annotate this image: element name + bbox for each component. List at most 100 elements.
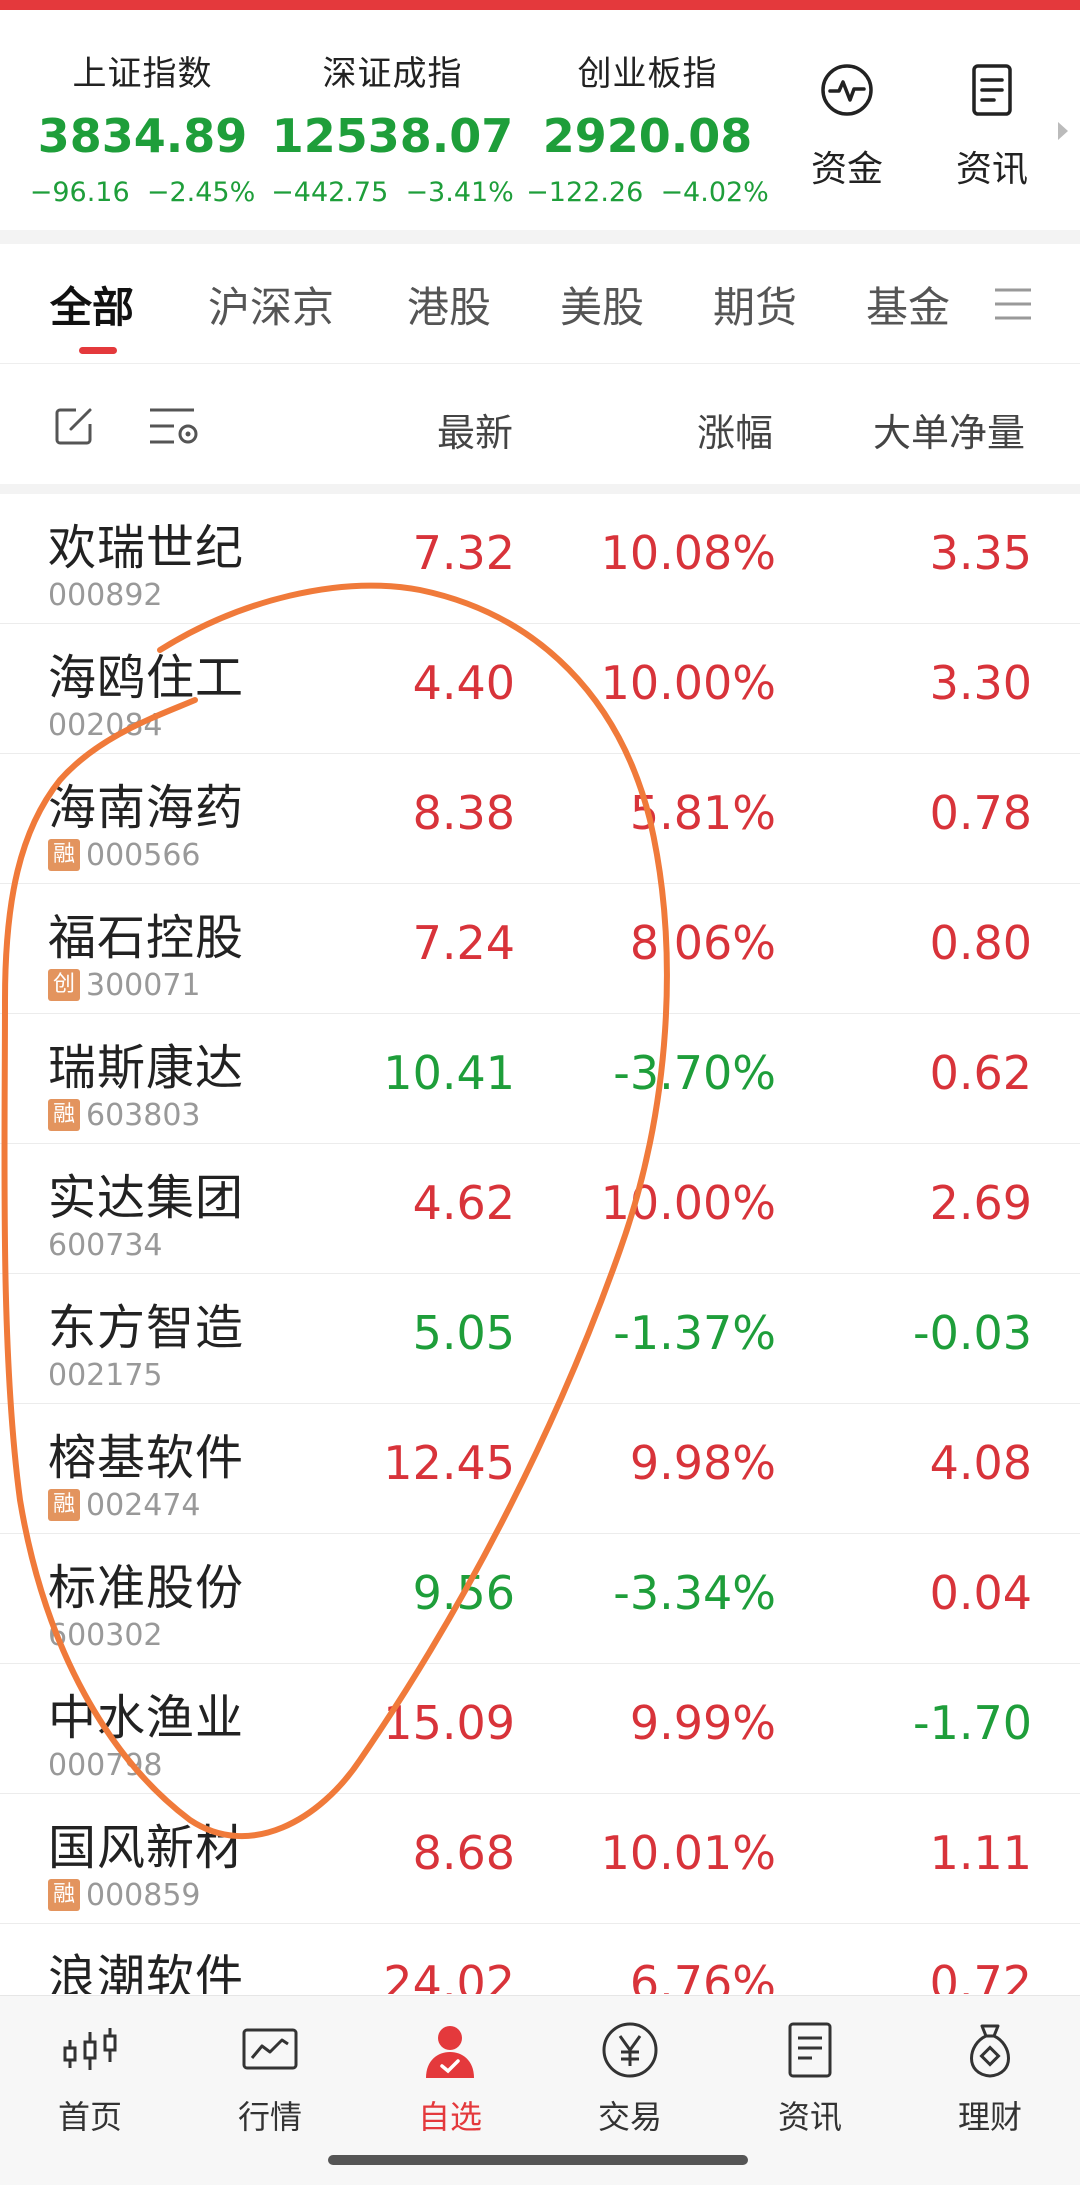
stock-name: 浪潮软件 [48,1950,245,1994]
stock-change-pct: 10.01% [600,1826,776,1880]
stock-code: 603803 [86,1097,201,1133]
stock-price: 12.45 [383,1436,515,1490]
stock-row[interactable]: 瑞斯康达融 603803 10.41 -3.70% 0.62 [0,1014,1080,1144]
stock-row[interactable]: 东方智造 002175 5.05 -1.37% -0.03 [0,1274,1080,1404]
stock-change-pct: 5.81% [629,786,776,840]
index-change: −442.75 −3.41% [271,177,514,208]
index-value: 2920.08 [542,109,753,163]
nav-label: 理财 [957,2098,1022,2136]
document-icon [788,2022,832,2078]
stock-change-pct: 6.76% [629,1956,776,1994]
stock-row[interactable]: 欢瑞世纪 000892 7.32 10.08% 3.35 [0,494,1080,624]
stock-code: 000859 [86,1877,201,1913]
divider [0,230,1080,244]
nav-wealth[interactable]: 理财 [925,2018,1055,2138]
stock-code: 000798 [48,1747,163,1783]
index-name: 创业板指 [577,54,718,94]
column-big-order-flow[interactable]: 大单净量 [873,402,1025,457]
document-icon [972,64,1012,116]
tab-funds[interactable]: 基金 [866,274,950,335]
stock-row[interactable]: 标准股份 600302 9.56 -3.34% 0.04 [0,1534,1080,1664]
stock-name: 国风新材 [48,1820,245,1876]
stock-change-pct: 9.99% [629,1696,776,1750]
chevron-right-icon[interactable] [1056,120,1070,142]
divider [0,484,1080,494]
nav-label: 资讯 [777,2098,842,2136]
tab-us[interactable]: 美股 [560,274,644,335]
stock-code: 600734 [48,1227,163,1263]
stock-big-order-flow: 2.69 [929,1176,1032,1230]
column-change[interactable]: 涨幅 [697,402,773,457]
stock-code: 600302 [48,1617,163,1653]
stock-code: 002084 [48,707,163,743]
filter-settings-icon[interactable] [148,404,200,448]
market-index-bar: 上证指数 3834.89 −96.16 −2.45% 深证成指 12538.07… [0,10,1080,230]
column-header: 最新 涨幅 大单净量 [0,364,1080,484]
stock-big-order-flow: 0.78 [929,786,1032,840]
nav-trade[interactable]: 交易 [565,2018,695,2138]
stock-big-order-flow: 3.30 [929,656,1032,710]
stock-change-pct: 8.06% [629,916,776,970]
stock-big-order-flow: 0.04 [929,1566,1032,1620]
stock-big-order-flow: 0.62 [929,1046,1032,1100]
candlestick-icon [63,2028,117,2070]
index-change: −96.16 −2.45% [29,177,256,208]
index-card-shanghai[interactable]: 上证指数 3834.89 −96.16 −2.45% [20,46,265,208]
stock-row[interactable]: 榕基软件融 002474 12.45 9.98% 4.08 [0,1404,1080,1534]
stock-code-line: 002175 [48,1358,163,1393]
top-accent-strip [0,0,1080,10]
stock-code-line: 融 603803 [48,1097,201,1133]
stock-code-line: 创 300071 [48,967,201,1003]
stock-name: 海南海药 [48,780,245,836]
stock-name: 实达集团 [48,1170,245,1226]
home-indicator [328,2155,748,2165]
stock-name: 欢瑞世纪 [48,520,245,576]
stock-price: 8.68 [412,1826,515,1880]
stock-row[interactable]: 国风新材融 000859 8.68 10.01% 1.11 [0,1794,1080,1924]
stock-big-order-flow: -1.70 [912,1696,1032,1750]
stock-name: 瑞斯康达 [48,1040,245,1096]
pulse-circle-icon [821,64,873,116]
tab-all[interactable]: 全部 [50,274,134,335]
nav-market[interactable]: 行情 [205,2018,335,2138]
column-price[interactable]: 最新 [437,402,513,457]
nav-label: 交易 [597,2098,662,2136]
stock-row[interactable]: 实达集团 600734 4.62 10.00% 2.69 [0,1144,1080,1274]
stock-change-pct: 10.08% [600,526,776,580]
stock-big-order-flow: -0.03 [912,1306,1032,1360]
stock-big-order-flow: 3.35 [929,526,1032,580]
stock-big-order-flow: 4.08 [929,1436,1032,1490]
stock-code-line: 000892 [48,578,163,613]
stock-badge: 融 [48,1099,80,1131]
stock-price: 24.02 [383,1956,515,1994]
stock-row[interactable]: 中水渔业 000798 15.09 9.99% -1.70 [0,1664,1080,1794]
stock-price: 4.40 [412,656,515,710]
funds-button[interactable]: 资金 [787,60,907,192]
stock-code: 300071 [86,967,201,1003]
stock-change-pct: -3.34% [613,1566,776,1620]
stock-price: 4.62 [412,1176,515,1230]
nav-watchlist[interactable]: 自选 [385,2018,515,2138]
funds-label: 资金 [810,149,883,190]
nav-home[interactable]: 首页 [25,2018,155,2138]
tab-hk[interactable]: 港股 [407,274,491,335]
stock-row[interactable]: 福石控股创 300071 7.24 8.06% 0.80 [0,884,1080,1014]
index-card-chinext[interactable]: 创业板指 2920.08 −122.26 −4.02% [520,46,775,208]
stock-code-line: 600302 [48,1617,163,1653]
index-card-shenzhen[interactable]: 深证成指 12538.07 −442.75 −3.41% [270,46,515,208]
menu-icon[interactable] [993,286,1033,322]
stock-row[interactable]: 海南海药融 000566 8.38 5.81% 0.78 [0,754,1080,884]
stock-badge: 融 [48,1489,80,1521]
edit-icon[interactable] [52,404,96,448]
stock-row[interactable]: 海鸥住工 002084 4.40 10.00% 3.30 [0,624,1080,754]
stock-badge: 创 [48,969,80,1001]
tab-futures[interactable]: 期货 [713,274,797,335]
stock-price: 7.24 [412,916,515,970]
stock-code-line: 600734 [48,1227,163,1263]
tab-a-shares[interactable]: 沪深京 [208,274,334,335]
stock-big-order-flow: 0.72 [929,1956,1032,1994]
active-tab-indicator [79,347,117,354]
stock-row[interactable]: 浪潮软件60075624.026.76%0.72 [0,1924,1080,1994]
nav-news[interactable]: 资讯 [745,2018,875,2138]
news-button[interactable]: 资讯 [932,60,1052,192]
